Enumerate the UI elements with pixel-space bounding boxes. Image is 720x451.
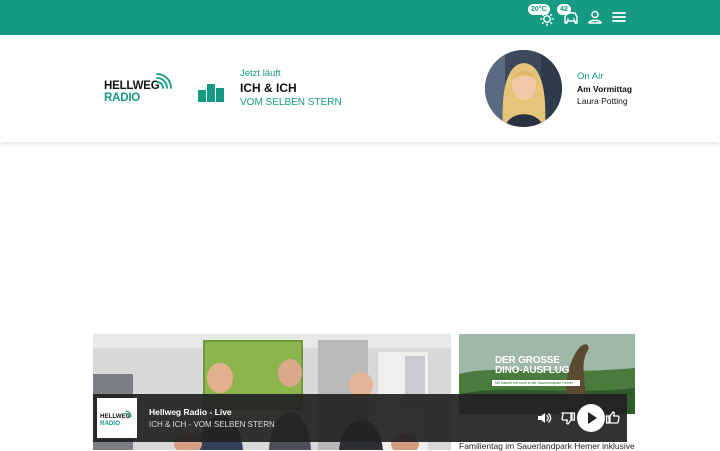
play-icon [588, 412, 597, 424]
now-playing-title: VOM SELBEN STERN [240, 97, 342, 108]
player-station-logo: HELLWEG RADIO [97, 398, 137, 438]
hellweg-radio-logo[interactable]: HELLWEG RADIO [104, 73, 176, 107]
equalizer-icon [198, 82, 226, 102]
thumbs-down-icon [561, 412, 576, 425]
now-playing-artist: ICH & ICH [240, 81, 297, 95]
header: HELLWEG RADIO Jetzt läuft ICH & ICH VOM … [0, 35, 720, 142]
host-name: Laura Potting [577, 96, 628, 106]
radio-waves-icon [125, 410, 132, 417]
on-air-label: On Air [577, 71, 604, 82]
audio-player: HELLWEG RADIO Hellweg Radio - Live ICH &… [93, 394, 627, 442]
user-icon [588, 10, 602, 24]
weather-button[interactable]: 20°C [528, 4, 558, 28]
traffic-button[interactable]: 42 [557, 4, 582, 28]
logo-line-1: HELLWEG [104, 80, 160, 92]
thumbs-up-icon [605, 411, 620, 424]
player-logo-line-2: RADIO [100, 420, 120, 427]
volume-button[interactable] [534, 408, 554, 428]
menu-icon [612, 12, 626, 22]
radio-waves-icon [156, 73, 172, 89]
host-photo [485, 50, 562, 127]
weather-temp-badge: 20°C [528, 4, 550, 15]
host-avatar[interactable] [485, 50, 562, 127]
top-bar: 20°C 42 [0, 0, 720, 35]
now-playing-label: Jetzt läuft [240, 68, 281, 79]
volume-icon [538, 413, 552, 423]
traffic-count-badge: 42 [557, 4, 571, 15]
promo-title-line-2: DINO-AUSFLUG [495, 365, 570, 376]
player-track-info: ICH & ICH - VOM SELBEN STERN [149, 420, 275, 429]
player-station-name: Hellweg Radio - Live [149, 407, 232, 417]
like-button[interactable] [603, 408, 623, 428]
logo-line-2: RADIO [104, 92, 141, 104]
dislike-button[interactable] [558, 408, 578, 428]
menu-button[interactable] [608, 6, 630, 28]
promo-title: DER GROSSE DINO-AUSFLUG [495, 356, 569, 376]
show-name: Am Vormittag [577, 84, 633, 94]
play-button[interactable] [577, 404, 605, 432]
promo-strip: Mit Sabeth mit euch in der Sauerlandpark… [492, 380, 580, 386]
account-button[interactable] [584, 6, 606, 28]
